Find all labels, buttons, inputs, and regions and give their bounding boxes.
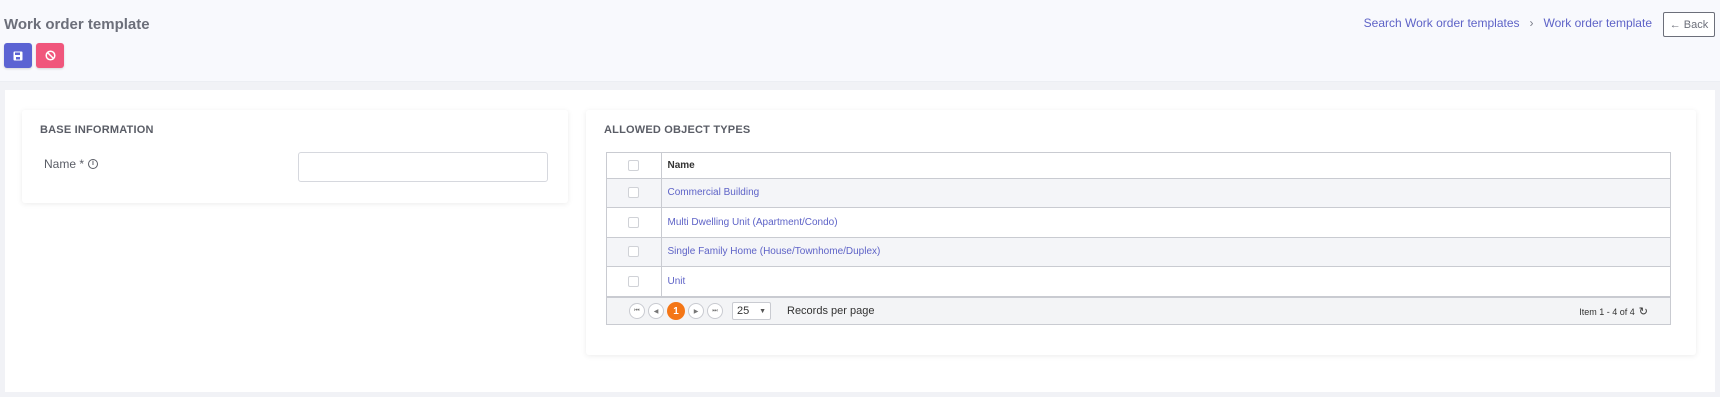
select-all-cell bbox=[607, 153, 662, 179]
records-per-page-label: Records per page bbox=[787, 305, 875, 317]
row-name[interactable]: Unit bbox=[661, 266, 1670, 297]
table-row[interactable]: Multi Dwelling Unit (Apartment/Condo) bbox=[607, 207, 1670, 238]
page-header: Work order template Search Work order te… bbox=[0, 0, 1720, 82]
select-all-checkbox[interactable] bbox=[628, 159, 640, 171]
info-icon[interactable]: i bbox=[88, 159, 99, 169]
chevron-right-icon: › bbox=[1529, 16, 1534, 30]
row-name[interactable]: Multi Dwelling Unit (Apartment/Condo) bbox=[661, 207, 1670, 238]
column-header-name[interactable]: Name bbox=[661, 153, 1670, 179]
name-label: Name * bbox=[44, 157, 85, 171]
grid-pager: ⏮ ◀ 1 ▶ ⏭ 25 ▼ Records per page Item 1 -… bbox=[607, 297, 1670, 324]
next-page-icon[interactable]: ▶ bbox=[688, 303, 704, 319]
row-name[interactable]: Single Family Home (House/Townhome/Duple… bbox=[661, 237, 1670, 267]
name-label-group: Name * i bbox=[44, 157, 99, 171]
breadcrumb: Search Work order templates › Work order… bbox=[1364, 16, 1652, 30]
last-page-icon[interactable]: ⏭ bbox=[707, 303, 723, 319]
breadcrumb-link-current[interactable]: Work order template bbox=[1544, 16, 1653, 30]
name-input[interactable] bbox=[298, 152, 548, 182]
page-title: Work order template bbox=[4, 16, 150, 33]
table-row[interactable]: Single Family Home (House/Townhome/Duple… bbox=[607, 237, 1670, 267]
breadcrumb-link-search[interactable]: Search Work order templates bbox=[1364, 16, 1520, 30]
save-button[interactable] bbox=[4, 43, 32, 68]
grid-header-row: Name bbox=[607, 153, 1670, 179]
base-information-card: BASE INFORMATION Name * i bbox=[22, 110, 568, 203]
arrow-left-icon: ← bbox=[1669, 18, 1681, 31]
page-size-value: 25 bbox=[737, 305, 750, 317]
current-page-button[interactable]: 1 bbox=[667, 302, 685, 320]
table-row[interactable]: Commercial Building bbox=[607, 178, 1670, 208]
cancel-button[interactable] bbox=[36, 43, 64, 68]
row-select-cell bbox=[607, 207, 662, 238]
table-row[interactable]: Unit bbox=[607, 266, 1670, 297]
previous-page-icon[interactable]: ◀ bbox=[648, 303, 664, 319]
section-title: BASE INFORMATION bbox=[40, 124, 154, 136]
cancel-icon bbox=[44, 50, 56, 61]
refresh-icon[interactable]: ↻ bbox=[1639, 305, 1648, 318]
pager-info: Item 1 - 4 of 4 ↻ bbox=[1579, 298, 1648, 325]
back-button[interactable]: ← Back bbox=[1663, 12, 1715, 37]
save-icon bbox=[13, 51, 23, 60]
back-label: Back bbox=[1683, 18, 1709, 31]
row-checkbox[interactable] bbox=[628, 246, 640, 258]
first-page-icon[interactable]: ⏮ bbox=[629, 303, 645, 319]
row-checkbox[interactable] bbox=[628, 216, 640, 228]
row-select-cell bbox=[607, 266, 662, 297]
page-size-select[interactable]: 25 ▼ bbox=[732, 302, 771, 320]
row-checkbox[interactable] bbox=[628, 275, 640, 287]
row-checkbox[interactable] bbox=[628, 187, 640, 199]
item-count-text: Item 1 - 4 of 4 bbox=[1579, 306, 1635, 317]
row-select-cell bbox=[607, 178, 662, 208]
object-types-grid: Name Commercial Building Multi Dwelling … bbox=[606, 152, 1671, 325]
row-select-cell bbox=[607, 237, 662, 267]
allowed-object-types-card: ALLOWED OBJECT TYPES Name Commercial Bui… bbox=[586, 110, 1696, 355]
section-title: ALLOWED OBJECT TYPES bbox=[604, 124, 751, 136]
row-name[interactable]: Commercial Building bbox=[661, 178, 1670, 208]
caret-down-icon: ▼ bbox=[759, 307, 766, 315]
